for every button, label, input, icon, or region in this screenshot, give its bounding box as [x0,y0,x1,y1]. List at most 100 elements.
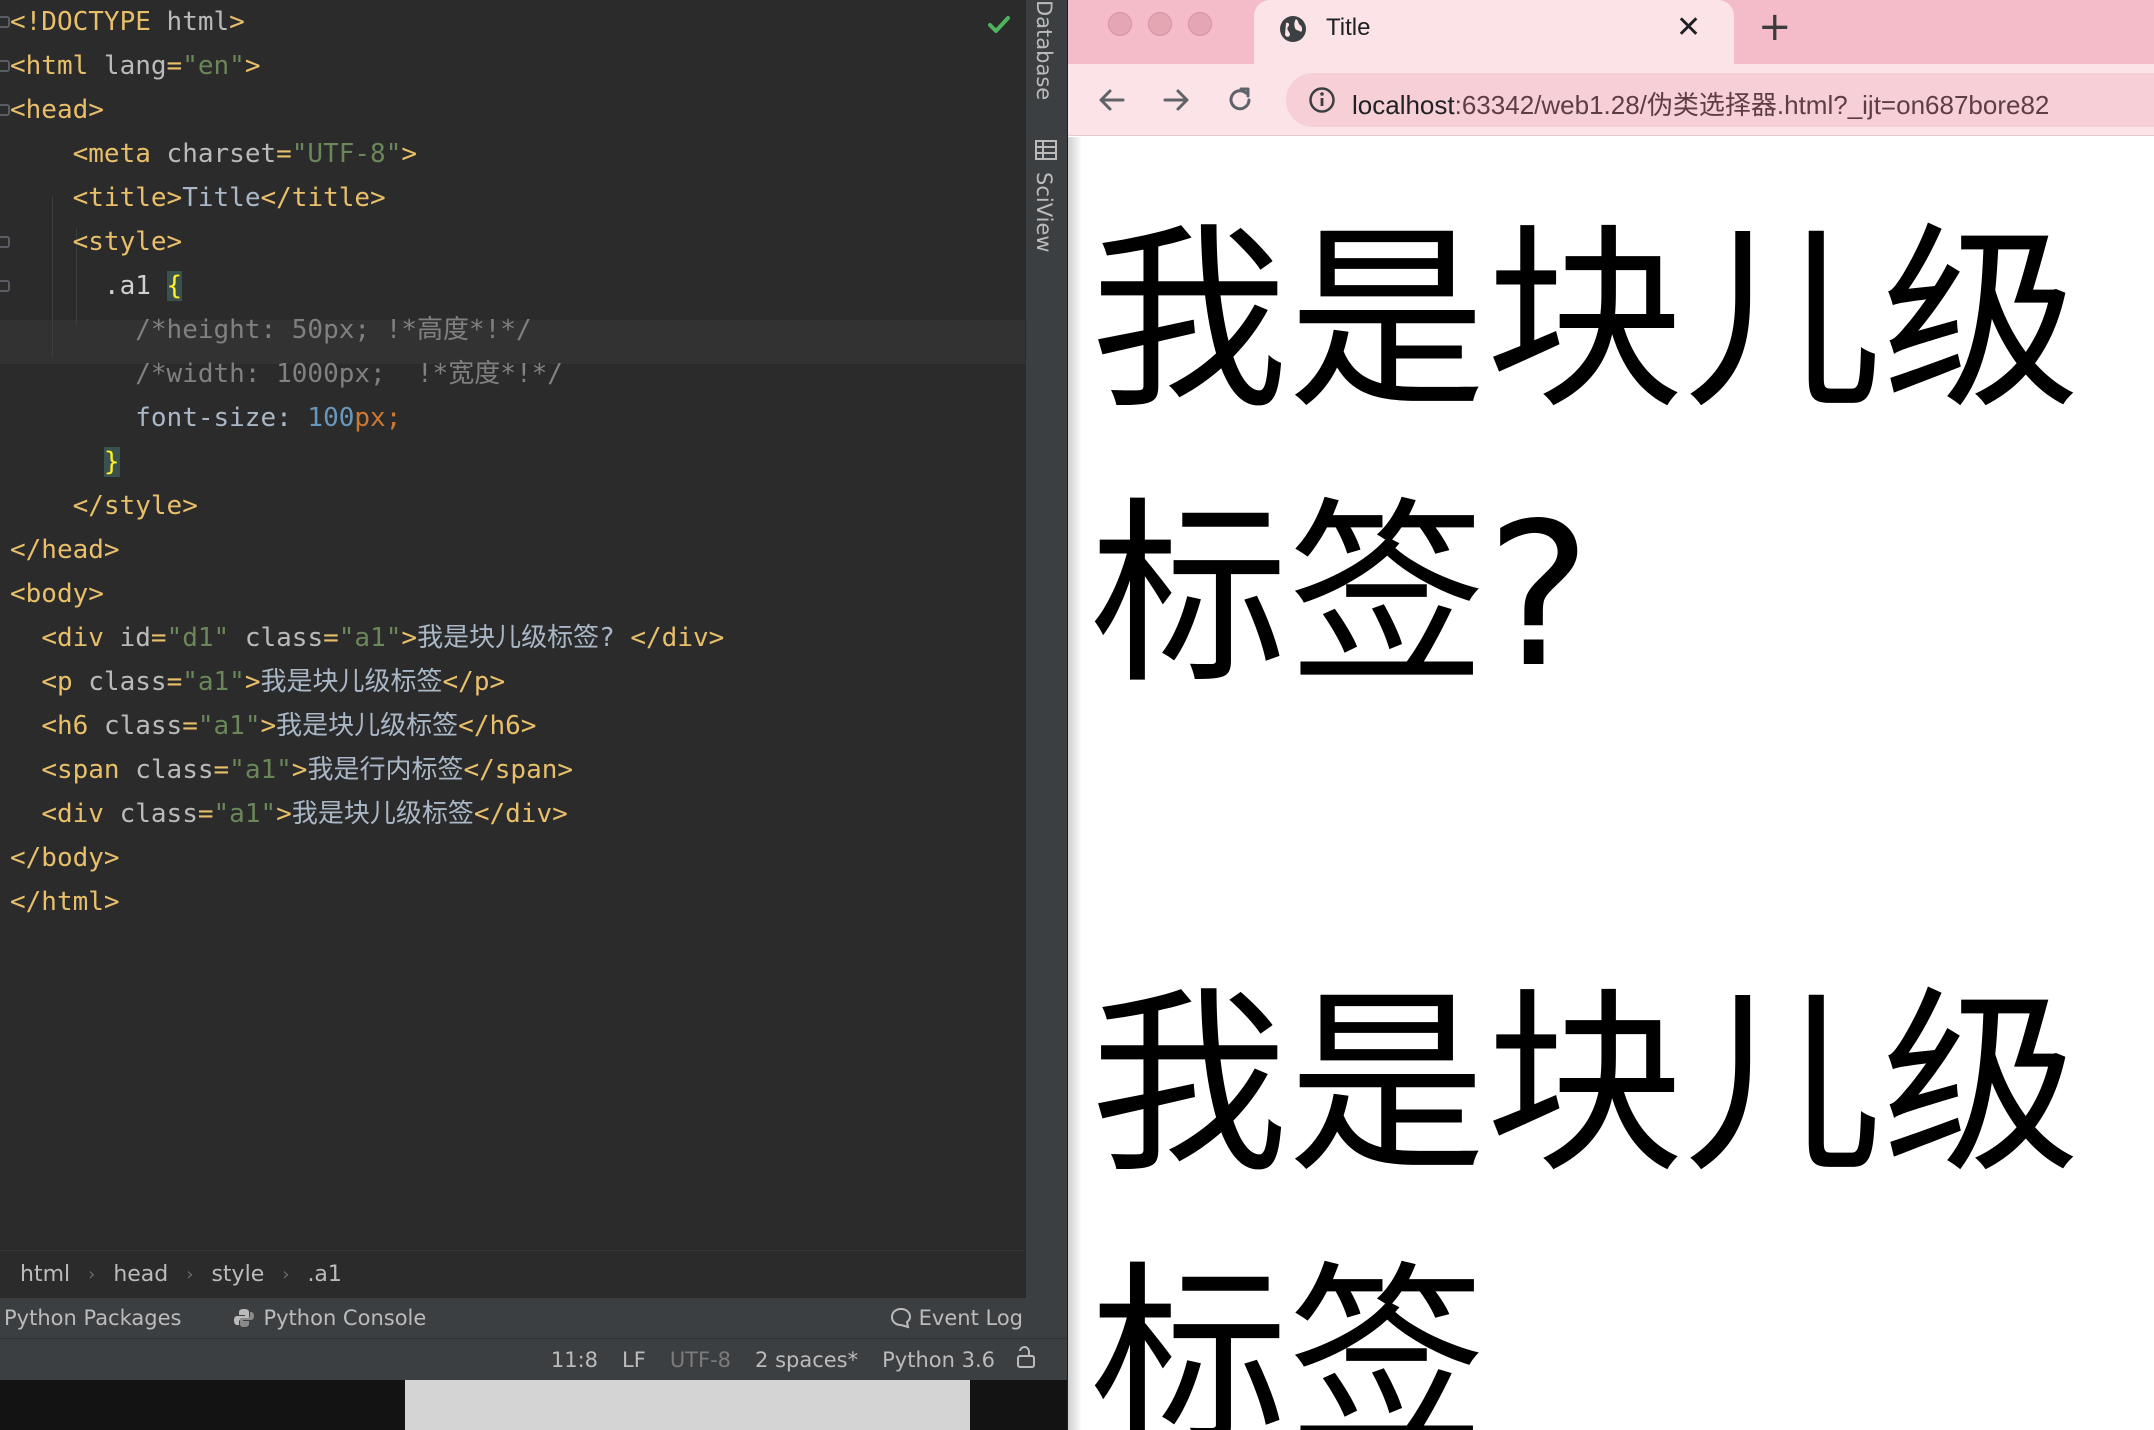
code-line[interactable]: </style> [10,484,198,528]
code-token: <head> [10,95,104,125]
forward-button[interactable] [1154,78,1198,122]
code-line[interactable]: <span class="a1">我是行内标签</span> [10,748,573,792]
fold-marker-icon[interactable] [0,60,10,72]
code-line[interactable]: </head> [10,528,120,572]
unlock-icon[interactable] [1015,1345,1037,1374]
code-token: "d1" [166,623,230,653]
close-tab-icon[interactable]: ✕ [1676,10,1701,45]
file-encoding[interactable]: UTF-8 [670,1348,731,1372]
code-token: "a1" [213,799,277,829]
code-line[interactable]: <html lang="en"> [10,44,260,88]
code-line[interactable]: <head> [10,88,104,132]
browser-tab[interactable]: Title ✕ [1254,0,1734,64]
event-log-button[interactable]: Event Log [889,1306,1023,1330]
arrow-left-icon [1099,89,1125,111]
new-tab-button[interactable]: + [1758,4,1792,50]
python-interpreter[interactable]: Python 3.6 [882,1348,995,1372]
indent-setting[interactable]: 2 spaces* [755,1348,858,1372]
code-line[interactable]: <div class="a1">我是块儿级标签</div> [10,792,568,836]
code-token: Title [182,183,261,213]
code-token: = [213,755,230,785]
code-token: > [229,7,245,37]
close-window-button[interactable] [1108,12,1132,36]
code-token: class [119,799,198,829]
code-line[interactable]: font-size: 100px; [10,396,401,440]
globe-icon [1280,16,1306,42]
code-token: = [276,139,292,169]
code-line[interactable]: <div id="d1" class="a1">我是块儿级标签? </div> [10,616,724,660]
code-token: <!DOCTYPE [10,7,167,37]
code-token: lang [103,51,167,81]
info-icon[interactable] [1308,86,1336,114]
code-token: = [166,51,183,81]
python-console-button[interactable]: Python Console [233,1306,426,1330]
code-token: <title> [72,183,183,213]
code-token: /*width: 1000px; !*宽度*!*/ [135,359,563,389]
code-line[interactable]: <!DOCTYPE html> [10,0,245,44]
code-token: id [119,623,151,653]
tab-strip: Title ✕ + [1068,0,2154,64]
page-viewport: 我是块儿级 标签? 我是块儿级 标签 [1068,137,2154,1430]
reload-button[interactable] [1218,78,1262,122]
breadcrumb-item[interactable]: html [20,1262,70,1287]
fold-marker-icon[interactable] [0,280,10,292]
code-line[interactable]: <h6 class="a1">我是块儿级标签</h6> [10,704,536,748]
code-line[interactable]: <style> [10,220,183,264]
caret-position[interactable]: 11:8 [551,1348,598,1372]
div-d1-text-line-2: 标签? [1090,480,1592,711]
code-token: <style> [72,227,183,257]
url-host: localhost [1352,90,1455,120]
window-edge-shadow [1068,137,1082,1430]
code-token: 我是块儿级标签 [260,667,443,697]
breadcrumb-item[interactable]: .a1 [307,1262,341,1287]
database-tab[interactable]: Database [1032,0,1056,100]
code-token: = [323,623,339,653]
code-token: 我是块儿级标签 [276,711,459,741]
maximize-window-button[interactable] [1188,12,1212,36]
code-editor[interactable]: <!DOCTYPE html> <html lang="en"> <head> <m… [0,0,1025,1250]
code-token: "a1" [197,711,261,741]
code-line[interactable]: /*height: 50px; !*高度*!*/ [10,308,531,352]
arrow-right-icon [1163,89,1189,111]
code-line[interactable]: /*width: 1000px; !*宽度*!*/ [10,352,563,396]
code-token: </html> [10,887,120,917]
code-line[interactable]: <body> [10,572,104,616]
code-line[interactable]: .a1 { [10,264,183,308]
python-packages-button[interactable]: Python Packages [4,1306,181,1330]
reload-icon [1229,87,1251,111]
code-token: class [244,623,324,653]
code-token: <div [41,799,120,829]
minimize-window-button[interactable] [1148,12,1172,36]
sciview-tab[interactable]: SciView [1032,172,1056,253]
fold-marker-icon[interactable] [0,236,10,248]
code-line[interactable]: </body> [10,836,120,880]
code-line[interactable]: } [10,440,120,484]
code-token: px; [354,403,402,433]
code-line[interactable]: <meta charset="UTF-8"> [10,132,417,176]
address-bar[interactable]: localhost:63342/web1.28/伪类选择器.html?_ijt=… [1286,73,2154,127]
back-button[interactable] [1090,78,1134,122]
code-line[interactable]: <p class="a1">我是块儿级标签</p> [10,660,505,704]
code-line[interactable]: <title>Title</title> [10,176,386,220]
code-token: </p> [442,667,506,697]
code-token: class [103,711,183,741]
breadcrumb-item[interactable]: head [113,1262,168,1287]
sciview-icon [1035,140,1057,160]
right-tool-strip: Database SciView [1025,0,1067,1365]
code-line[interactable]: </html> [10,880,120,924]
line-separator[interactable]: LF [622,1348,646,1372]
tool-window-bar: Python Packages Python Console Event Log [0,1298,1067,1338]
checkmark-icon [988,16,1010,33]
code-token: </div> [473,799,568,829]
breadcrumb-item[interactable]: style [211,1262,264,1287]
code-token: = [182,711,198,741]
fold-marker-icon[interactable] [0,16,10,28]
code-token: <body> [10,579,104,609]
code-token: </head> [10,535,120,565]
fold-marker-icon[interactable] [0,104,10,116]
